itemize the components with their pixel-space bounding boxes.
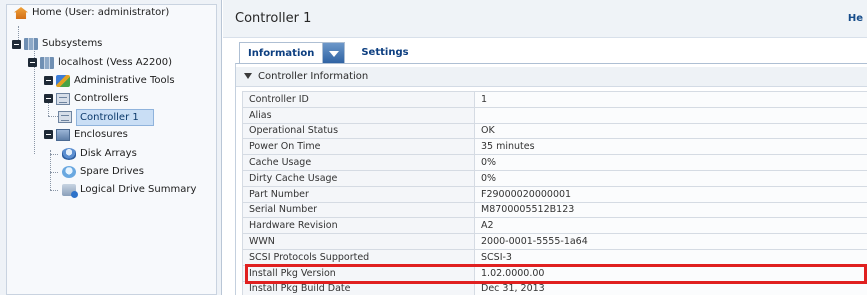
tree-item-logical-drive-summary[interactable]: Logical Drive Summary [62, 181, 196, 199]
tree-item-label: Subsystems [42, 38, 103, 49]
tree-connector [48, 116, 58, 117]
property-name: Dirty Cache Usage [242, 169, 475, 187]
spare-drive-icon [62, 166, 76, 178]
controller-icon [58, 111, 72, 123]
controller-icon [56, 93, 70, 105]
logical-drive-icon [62, 184, 78, 198]
property-name: SCSI Protocols Supported [242, 248, 475, 266]
table-row: SCSI Protocols Supported SCSI-3 [242, 248, 867, 266]
tools-icon [56, 75, 70, 87]
property-value: 0% [474, 154, 867, 171]
tree-item-administrative-tools[interactable]: Administrative Tools [56, 72, 175, 90]
tree-item-label: Enclosures [74, 129, 128, 140]
navigation-tree-pane: Home (User: administrator) Subsystems lo… [0, 0, 222, 295]
table-row: Power On Time 35 minutes [242, 138, 867, 156]
property-name: Power On Time [242, 138, 475, 156]
property-value: 1 [474, 91, 867, 108]
tree-item-label: Controller 1 [76, 108, 154, 126]
table-row: Install Pkg Build Date Dec 31, 2013 [242, 280, 867, 295]
property-name: Install Pkg Build Date [242, 280, 475, 295]
server-icon [24, 38, 38, 50]
collapse-caret-icon [244, 73, 252, 79]
property-name: WWN [242, 233, 475, 250]
table-row: Part Number F29000020000001 [242, 185, 867, 203]
property-value: 1.02.0000.00 [474, 264, 867, 282]
property-value: F29000020000001 [474, 185, 867, 203]
table-row: Serial Number M8700005512B123 [242, 201, 867, 219]
property-value: 0% [474, 169, 867, 187]
tree-item-label: Spare Drives [80, 166, 144, 177]
enclosure-icon [56, 129, 70, 141]
collapse-toggle[interactable] [44, 76, 53, 85]
page-title: Controller 1 [235, 11, 312, 26]
table-row: Cache Usage 0% [242, 154, 867, 171]
table-row: Alias [242, 106, 867, 124]
property-value: A2 [474, 217, 867, 235]
property-name: Alias [242, 106, 475, 124]
table-row: Hardware Revision A2 [242, 217, 867, 235]
property-value: Dec 31, 2013 [474, 280, 867, 295]
table-row: Operational Status OK [242, 122, 867, 140]
chevron-down-icon[interactable] [323, 42, 346, 64]
tree-connector [50, 154, 58, 155]
section-title: Controller Information [258, 71, 369, 82]
controller-info-panel: Controller Information Controller ID 1 Ali… [235, 63, 867, 295]
property-value: OK [474, 122, 867, 140]
home-icon [14, 7, 28, 19]
tree-item-label: Home (User: administrator) [32, 7, 170, 18]
table-row: Controller ID 1 [242, 91, 867, 108]
property-value: 2000-0001-5555-1a64 [474, 233, 867, 250]
property-name: Install Pkg Version [242, 264, 475, 282]
tree-item-localhost[interactable]: localhost (Vess A2200) [40, 54, 172, 72]
table-row: Dirty Cache Usage 0% [242, 169, 867, 187]
tab-information[interactable]: Information [239, 42, 324, 64]
tree-item-label: Administrative Tools [74, 75, 175, 86]
table-row: Install Pkg Version 1.02.0000.00 [242, 264, 867, 282]
collapse-toggle[interactable] [12, 40, 21, 49]
tree-item-disk-arrays[interactable]: Disk Arrays [62, 145, 137, 163]
property-name: Operational Status [242, 122, 475, 140]
section-header[interactable]: Controller Information [236, 67, 867, 87]
tree-connector [50, 150, 51, 190]
tree-item-enclosures[interactable]: Enclosures [56, 126, 128, 144]
tree-item-label: Disk Arrays [80, 148, 137, 159]
tree-item-label: Logical Drive Summary [80, 184, 197, 195]
property-name: Controller ID [242, 91, 475, 108]
help-link[interactable]: He [848, 13, 863, 24]
content-pane: Controller 1 He Information Settings Con… [223, 0, 867, 295]
tree-item-spare-drives[interactable]: Spare Drives [62, 163, 144, 181]
server-icon [40, 57, 54, 69]
tab-settings[interactable]: Settings [345, 42, 416, 64]
tree-connector [50, 190, 58, 191]
property-name: Cache Usage [242, 154, 475, 171]
table-row: WWN 2000-0001-5555-1a64 [242, 233, 867, 250]
tab-bar: Information Settings [239, 42, 417, 64]
collapse-toggle[interactable] [28, 58, 37, 67]
disk-array-icon [62, 148, 76, 160]
tree-item-label: localhost (Vess A2200) [58, 57, 172, 68]
tree-item-controllers[interactable]: Controllers [56, 90, 128, 108]
property-name: Serial Number [242, 201, 475, 219]
property-value: 35 minutes [474, 138, 867, 156]
tree-item-home[interactable]: Home (User: administrator) [14, 4, 169, 22]
property-name: Part Number [242, 185, 475, 203]
properties-table: Controller ID 1 Alias Operational Status OK P… [242, 91, 867, 295]
collapse-toggle[interactable] [44, 130, 53, 139]
tree-connector [50, 172, 58, 173]
tree-item-subsystems[interactable]: Subsystems [24, 36, 102, 52]
tree-item-controller-1[interactable]: Controller 1 [58, 108, 154, 126]
property-name: Hardware Revision [242, 217, 475, 235]
tree-item-label: Controllers [74, 93, 129, 104]
title-bar: Controller 1 He [223, 0, 867, 38]
collapse-toggle[interactable] [44, 94, 53, 103]
property-value: M8700005512B123 [474, 201, 867, 219]
property-value: SCSI-3 [474, 248, 867, 266]
property-value [474, 106, 867, 124]
